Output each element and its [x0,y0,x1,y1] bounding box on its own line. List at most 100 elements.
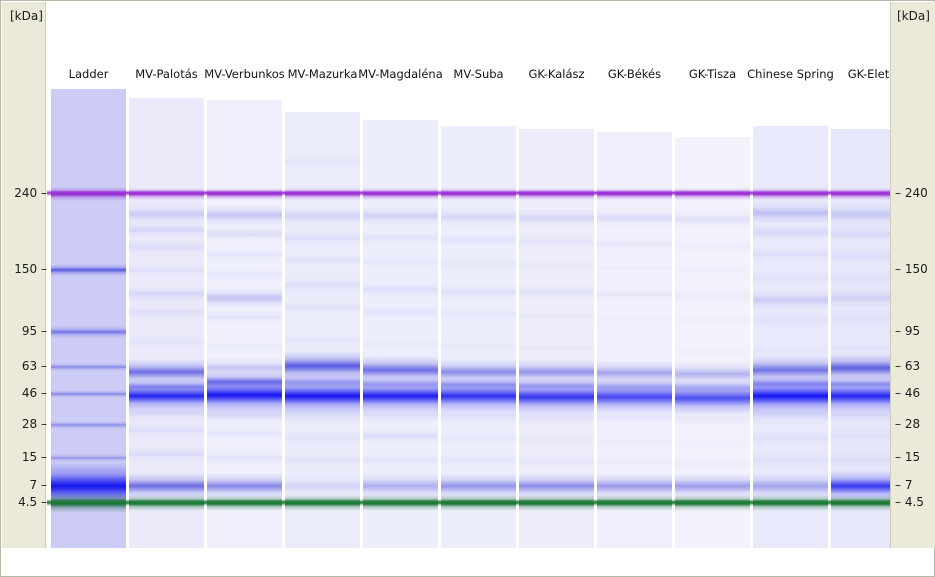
axis-tick-left-63: 63 – [1,359,50,373]
gel-band [207,310,282,324]
gel-band [753,451,828,469]
tick-dash-icon: – [895,417,905,431]
gel-band [597,261,672,275]
gel-band [51,362,126,372]
gel-band [441,405,516,425]
gel-lane-1[interactable] [129,98,204,548]
gel-band [207,225,282,243]
axis-tick-left-95: 95 – [1,324,50,338]
gel-band [675,237,750,255]
tick-label: 150 [904,262,928,276]
tick-label: 7 [904,478,913,492]
lane-label-10: GK-Elet [847,67,890,81]
gel-band [831,202,890,226]
gel-lane-8[interactable] [675,137,750,548]
axis-tick-right-46: – 46 [890,386,935,400]
gel-lane-4[interactable] [363,120,438,548]
gel-band [129,402,204,422]
gel-band [285,300,360,314]
tick-label: 240 [904,186,928,200]
gel-band [207,449,282,467]
gel-band [363,229,438,247]
tick-label: 15 [904,450,921,464]
tick-label: 150 [14,262,38,276]
gel-band [207,404,282,424]
tick-dash-icon: – [895,324,905,338]
gel-band [441,429,516,447]
gel-band [51,420,126,430]
right-unit-label: [kDa] [897,9,930,23]
gel-band [831,427,890,445]
gel-band [285,333,360,347]
gel-band [597,343,672,357]
axis-tick-right-4-5: – 4.5 [890,495,935,509]
gel-band [441,257,516,271]
tick-dash-icon: – [895,495,905,509]
gel-band [597,433,672,451]
tick-dash-icon: – [37,359,47,373]
axis-tick-left-4-5: 4.5 – [1,495,50,509]
gel-band [441,307,516,321]
axis-tick-right-95: – 95 [890,324,935,338]
gel-band [675,263,750,277]
tick-dash-icon: – [895,386,905,400]
lower-marker-line [47,498,890,506]
axis-tick-right-63: – 63 [890,359,935,373]
tick-label: 4.5 [18,495,38,509]
gel-band [285,153,360,171]
gel-band [519,453,594,471]
gel-band [675,455,750,473]
gel-band [753,201,828,225]
gel-lane-2[interactable] [207,100,282,548]
upper-marker-line [47,190,890,196]
gel-band [519,406,594,426]
gel-band [363,255,438,269]
gel-band [831,341,890,355]
tick-label: 28 [904,417,921,431]
tick-label: 63 [21,359,38,373]
axis-tick-left-46: 46 – [1,386,50,400]
tick-label: 46 [21,386,38,400]
gel-band [597,285,672,303]
tick-dash-icon: – [37,262,47,276]
tick-label: 28 [21,417,38,431]
gel-band [129,263,204,277]
gel-lane-3[interactable] [285,112,360,548]
tick-dash-icon: – [37,186,47,200]
tick-label: 15 [21,450,38,464]
gel-band [519,341,594,355]
gel-band [597,208,672,228]
gel-band [831,225,890,243]
gel-band [597,407,672,427]
tick-dash-icon: – [895,359,905,373]
gel-band [129,445,204,463]
gel-band [363,337,438,351]
tick-dash-icon: – [37,450,47,464]
gel-band [207,286,282,310]
tick-label: 4.5 [904,495,924,509]
gel-band [519,283,594,301]
gel-band [129,285,204,303]
gel-band [207,203,282,227]
gel-band [363,427,438,445]
gel-band [207,245,282,263]
gel-band [363,281,438,299]
tick-dash-icon: – [895,262,905,276]
left-unit-label: [kDa] [10,9,43,23]
axis-tick-left-7: 7 – [1,478,50,492]
gel-band [753,404,828,424]
gel-band [831,288,890,308]
gel-band [519,431,594,449]
gel-band [519,309,594,323]
axis-tick-right-150: – 150 [890,262,935,276]
gel-band [129,221,204,239]
gel-band [519,259,594,273]
gel-band [675,287,750,305]
gel-lane-l[interactable] [51,89,126,548]
gel-band [441,339,516,353]
gel-band [675,209,750,229]
gel-band [363,206,438,226]
gel-band [831,404,890,424]
tick-dash-icon: – [37,478,47,492]
gel-band [831,247,890,265]
